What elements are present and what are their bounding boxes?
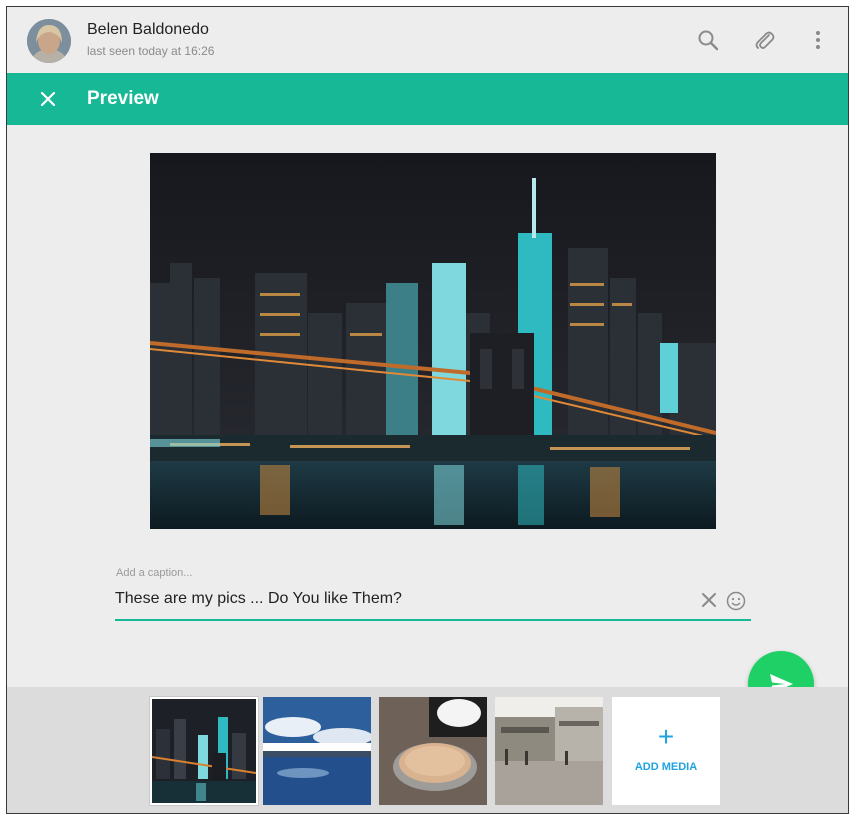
avatar[interactable] [27, 19, 71, 63]
caption-underline [115, 619, 751, 621]
emoji-icon[interactable] [725, 590, 747, 612]
plus-icon: + [657, 721, 675, 752]
thumbnail-city-night[interactable] [150, 697, 258, 805]
thumbnail-street-scene[interactable] [495, 697, 603, 805]
app-window: Belen Baldonedo last seen today at 16:26… [6, 6, 849, 814]
media-preview-image [150, 153, 716, 529]
close-icon[interactable] [35, 86, 61, 112]
add-media-button[interactable]: + ADD MEDIA [612, 697, 720, 805]
caption-input[interactable] [115, 587, 675, 611]
clear-icon[interactable] [699, 590, 719, 610]
add-media-label: ADD MEDIA [634, 761, 698, 773]
preview-bar: Preview [7, 73, 848, 125]
chat-header: Belen Baldonedo last seen today at 16:26 [7, 7, 848, 73]
more-vertical-icon[interactable] [805, 27, 831, 53]
search-icon[interactable] [695, 27, 721, 53]
last-seen-status: last seen today at 16:26 [87, 44, 215, 58]
caption-placeholder: Add a caption... [116, 567, 193, 579]
contact-name: Belen Baldonedo [87, 21, 209, 38]
thumbnail-lake-sky[interactable] [263, 697, 371, 805]
thumbnail-compact-powder[interactable] [379, 697, 487, 805]
thumbnail-strip: + ADD MEDIA [7, 687, 848, 813]
preview-title: Preview [87, 88, 159, 109]
attach-icon[interactable] [751, 27, 777, 53]
